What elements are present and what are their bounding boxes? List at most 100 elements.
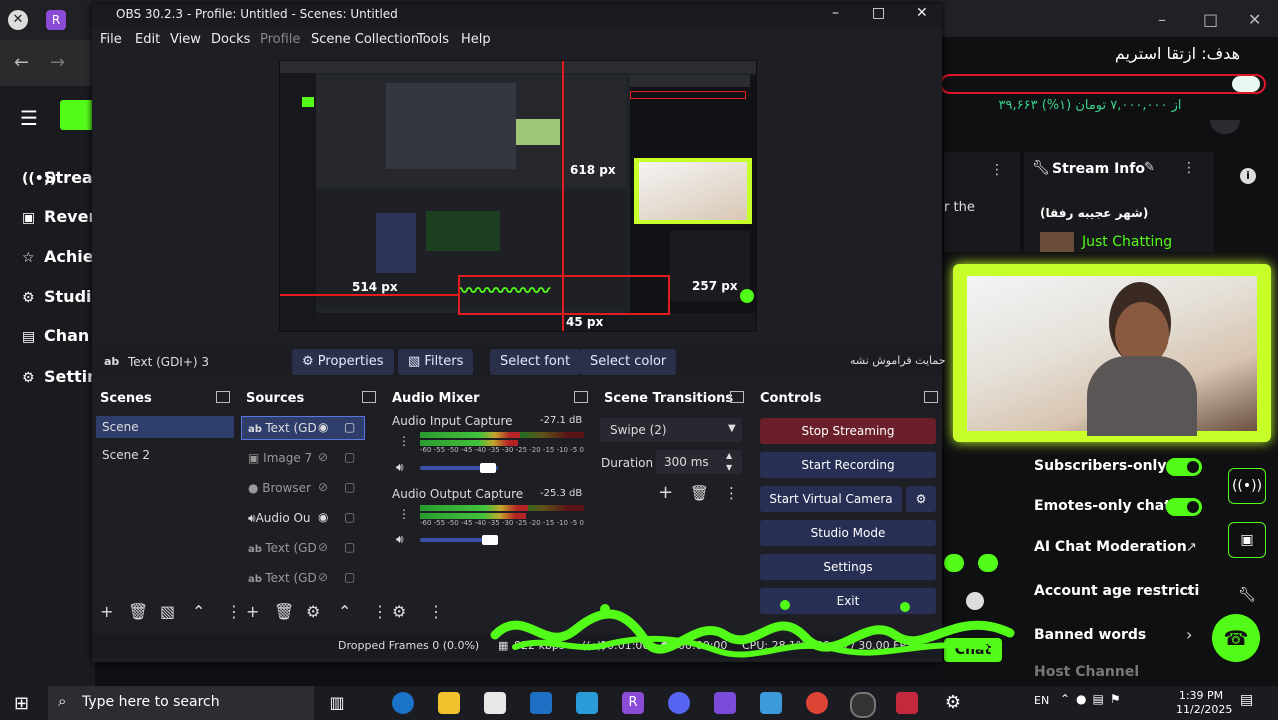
language-indicator[interactable]: EN [1034,694,1049,707]
start-recording-button[interactable]: Start Recording [760,452,936,478]
subscribers-only-toggle[interactable] [1166,458,1202,476]
studio-mode-button[interactable]: Studio Mode [760,520,936,546]
add-source-icon[interactable]: + [246,602,259,621]
undock-icon[interactable] [362,391,376,403]
more-options-icon[interactable]: ⋮ [990,162,1004,178]
r-app-icon[interactable]: R [622,692,644,714]
scene-item[interactable]: Scene [96,416,234,438]
source-row[interactable]: ▣ Image 7 [248,451,312,465]
info-icon[interactable]: i [1240,168,1256,184]
speaker-icon[interactable]: 🔊︎ [396,460,404,475]
system-tray-icons[interactable]: ⌃●▤⚑ [1060,692,1127,706]
app-icon[interactable] [576,692,598,714]
obs-close-icon[interactable]: ✕ [916,5,928,21]
category-link[interactable]: Just Chatting [1082,234,1172,250]
close-icon[interactable]: ✕ [1248,10,1261,29]
stepper-icon[interactable]: ▲ ▼ [726,450,732,474]
undock-icon[interactable] [924,391,938,403]
chrome-icon[interactable] [806,692,828,714]
selected-source-bounding-box[interactable] [458,275,670,315]
remove-transition-icon[interactable]: 🗑︎ [690,484,709,502]
source-row[interactable]: 🔊︎Audio Ou [248,511,311,526]
chevron-right-icon[interactable]: › [1186,625,1192,644]
start-virtual-camera-button[interactable]: Start Virtual Camera [760,486,902,512]
external-link-icon[interactable]: ↗ [1186,540,1197,555]
lock-icon[interactable]: ▢ [344,450,355,464]
lock-icon[interactable]: ▢ [344,480,355,494]
source-row[interactable]: ● Browser [248,481,311,495]
menu-help[interactable]: Help [461,32,491,47]
virtual-camera-settings-icon[interactable]: ⚙ [906,486,936,512]
menu-view[interactable]: View [170,32,201,47]
forward-icon[interactable]: → [50,52,65,73]
task-view-icon[interactable]: ▥ [326,692,348,714]
speaker-icon[interactable]: 🔊︎ [396,532,404,547]
source-row[interactable]: ab Text (GD [248,541,317,555]
app-icon[interactable] [714,692,736,714]
lock-icon[interactable]: ▢ [344,510,355,524]
channel-menu-icon[interactable]: ⋮ [398,434,410,448]
emotes-only-toggle[interactable] [1166,498,1202,516]
stop-streaming-button[interactable]: Stop Streaming [760,418,936,444]
support-chat-button[interactable]: ☎ [1212,614,1260,662]
store-icon[interactable] [484,692,506,714]
hamburger-menu-icon[interactable]: ☰ [20,106,38,130]
setting-banned-words[interactable]: Banned words [1034,627,1146,643]
settings-button[interactable]: Settings [760,554,936,580]
select-color-button[interactable]: Select color [580,349,677,375]
clips-button-icon[interactable]: ▣ [1228,522,1266,558]
menu-docks[interactable]: Docks [211,32,250,47]
move-up-icon[interactable]: ⌃ [338,602,351,621]
filters-button[interactable]: ▧ Filters [398,349,474,375]
taskbar-clock[interactable]: 1:39 PM 11/2/2025 [1176,686,1232,717]
browser-profile-icon[interactable]: R [46,10,66,30]
sidebar-item-channel[interactable]: ▤ Chan [22,326,89,345]
scene-item[interactable]: Scene 2 [102,448,150,462]
volume-slider-knob[interactable] [482,535,498,545]
obs-minimize-icon[interactable]: – [832,5,839,21]
discord-icon[interactable] [668,692,690,714]
remove-scene-icon[interactable]: 🗑︎ [128,602,148,621]
source-row[interactable]: ab Text (GD [248,571,317,585]
channel-menu-icon[interactable]: ⋮ [398,507,410,521]
menu-file[interactable]: File [100,32,122,47]
stream-info-menu-icon[interactable]: ⋮ [1182,160,1196,176]
sidebar-item-achievements[interactable]: ☆ Achie [22,247,94,266]
minimize-icon[interactable]: – [1158,10,1166,29]
volume-slider-knob[interactable] [480,463,496,473]
menu-scene-collection[interactable]: Scene Collection [311,32,419,47]
setting-account-age[interactable]: Account age restricti [1034,583,1199,599]
visibility-eye-icon[interactable]: ◉ [318,510,328,524]
undock-icon[interactable] [574,391,588,403]
hidden-eye-icon[interactable]: ⊘ [318,450,328,464]
notifications-icon[interactable]: ▤ [1240,692,1253,708]
source-properties-icon[interactable]: ⚙ [306,602,320,621]
scene-filters-icon[interactable]: ▧ [160,602,175,621]
undock-icon[interactable] [730,391,744,403]
menu-edit[interactable]: Edit [135,32,160,47]
chevron-right-icon[interactable]: › [1186,581,1192,600]
edge-icon[interactable] [392,692,414,714]
obs-maximize-icon[interactable]: □ [872,5,885,21]
transition-select[interactable]: Swipe (2) [600,418,742,442]
sidebar-item-revenue[interactable]: ▣ Rever [22,207,96,226]
lock-icon[interactable]: ▢ [344,570,355,584]
sidebar-item-settings[interactable]: ⚙ Settin [22,367,99,386]
select-font-button[interactable]: Select font [490,349,581,375]
app-icon[interactable] [760,692,782,714]
obs-taskbar-icon[interactable] [850,692,876,718]
windows-start-icon[interactable]: ⊞ [14,693,29,714]
setting-ai-moderation[interactable]: AI Chat Moderation [1034,539,1187,555]
chevron-down-icon[interactable]: ▼ [728,423,736,434]
add-scene-icon[interactable]: + [100,602,113,621]
add-transition-icon[interactable]: + [658,482,673,503]
undock-icon[interactable] [216,391,230,403]
setting-host-channel[interactable]: Host Channel [1034,664,1139,680]
remove-source-icon[interactable]: 🗑︎ [274,602,294,621]
visibility-eye-icon[interactable]: ◉ [318,420,328,434]
hidden-eye-icon[interactable]: ⊘ [318,570,328,584]
broadcast-button-icon[interactable]: ((•)) [1228,468,1266,504]
properties-button[interactable]: ⚙ Properties [292,349,394,375]
back-icon[interactable]: ← [14,52,29,73]
mail-icon[interactable] [530,692,552,714]
